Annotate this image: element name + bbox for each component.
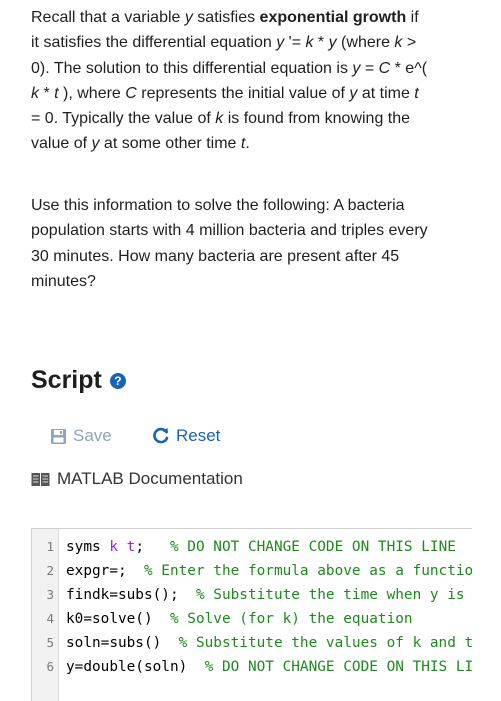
intro-text: ), where [58,84,126,102]
intro-text: = 0. Typically the value of [31,110,216,128]
math-var: y [184,9,193,26]
math-var: C [378,59,391,77]
code-line[interactable]: 6 y=double(soln) % DO NOT CHANGE CODE ON … [32,655,472,679]
code-editor[interactable]: 1 syms k t; % DO NOT CHANGE CODE ON THIS … [31,528,472,701]
code-text[interactable]: soln=subs() % Substitute the values of k… [66,631,472,655]
code-token: expgr=; [66,563,144,579]
reset-icon [153,427,169,444]
script-heading: Script ? [31,366,126,395]
code-comment: % Enter the formula above as a function … [143,563,472,579]
math-var: k [31,84,39,102]
math-var: y [328,34,337,52]
intro-text: = [360,59,379,77]
code-line[interactable]: 3 findk=subs(); % Substitute the time whe… [32,583,472,607]
intro-text: * [39,84,55,102]
math-var: t [414,84,419,102]
code-line[interactable]: 1 syms k t; % DO NOT CHANGE CODE ON THIS … [32,535,472,559]
code-line[interactable]: 5 soln=subs() % Substitute the values of … [32,631,472,655]
line-number: 5 [46,635,54,650]
code-text[interactable]: findk=subs(); % Substitute the time when… [66,583,472,607]
code-text[interactable]: k0=solve() % Solve (for k) the equation [66,607,413,631]
line-number: 6 [46,659,54,674]
save-label: Save [73,426,112,445]
floppy-disk-icon [51,428,66,444]
code-comment: % Substitute the values of k and t [178,635,472,651]
code-comment: % DO NOT CHANGE CODE ON THIS LINE [169,539,456,555]
code-comment: % DO NOT CHANGE CODE ON THIS LINE [204,659,472,675]
code-variable: k t [109,539,136,555]
intro-text: Recall that a variable [31,9,185,26]
doc-label: MATLAB Documentation [57,469,243,488]
code-token: ; [135,539,170,555]
line-number: 3 [46,587,54,602]
line-number: 4 [46,611,54,626]
intro-text: * e^( [390,59,428,77]
code-line[interactable]: 2 expgr=; % Enter the formula above as a … [32,559,472,583]
problem-question: Use this information to solve the follow… [31,197,428,290]
intro-text: represents the initial value of [136,84,350,102]
save-button[interactable]: Save [50,426,112,446]
code-token: findk=subs(); [66,587,196,603]
math-var: y [276,34,285,52]
book-icon [31,472,50,486]
problem-intro: Recall that a variable y satisfies expon… [31,5,431,157]
code-token: syms [66,539,110,555]
line-number: 2 [46,563,54,578]
code-text[interactable]: expgr=; % Enter the formula above as a f… [66,559,472,583]
code-token: soln=subs() [66,635,179,651]
intro-text: (where [336,34,395,52]
line-number: 1 [46,539,54,554]
code-comment: % Substitute the time when y is known [195,587,465,603]
math-var: C [125,84,137,102]
code-text[interactable]: y=double(soln) % DO NOT CHANGE CODE ON T… [66,655,472,679]
script-title: Script [31,366,102,394]
intro-text: at some other time [99,135,241,153]
intro-text: satisfies [192,9,260,26]
intro-text: . [245,135,250,153]
intro-text: * [313,34,329,52]
code-token: y=double(soln) [66,659,205,675]
code-text[interactable]: syms k t; % DO NOT CHANGE CODE ON THIS L… [66,535,456,559]
intro-text: at time [357,84,415,102]
code-comment: % Solve (for k) the equation [169,611,413,627]
bold-term: exponential growth [259,9,407,26]
matlab-documentation-link[interactable]: MATLAB Documentation [31,469,243,489]
code-line[interactable]: 4 k0=solve() % Solve (for k) the equation [32,607,472,631]
question-circle-icon[interactable]: ? [109,372,126,389]
reset-label: Reset [176,426,221,445]
reset-button[interactable]: Reset [152,426,220,446]
code-token: k0=solve() [66,611,170,627]
intro-text: '= [284,34,306,52]
